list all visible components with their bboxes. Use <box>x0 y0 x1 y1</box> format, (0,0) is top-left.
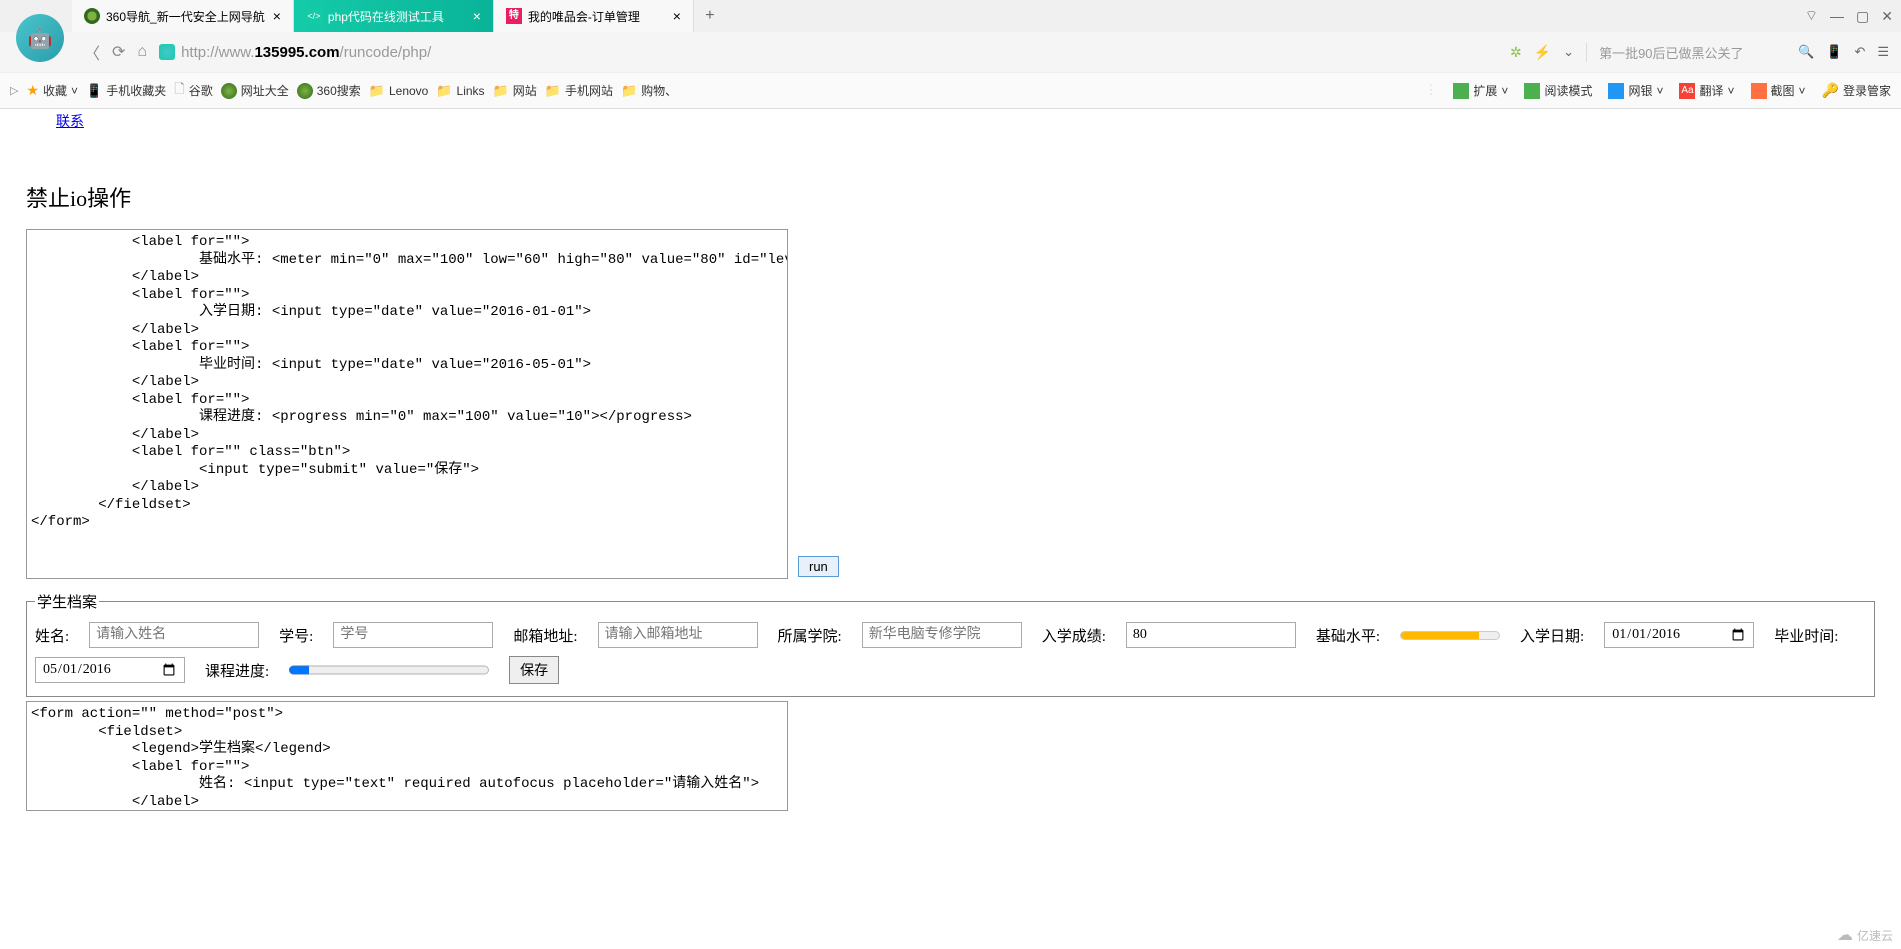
close-icon[interactable]: × <box>673 8 681 24</box>
new-tab-button[interactable]: + <box>694 0 726 32</box>
student-form: 学生档案 姓名: 学号: 邮箱地址: 所属学院: 入学成绩: 基础水平: 入学日… <box>26 591 1875 697</box>
mobile-icon[interactable]: 📱 <box>1826 44 1842 60</box>
bookmark-360search[interactable]: 360搜索 <box>297 82 361 99</box>
grad-date-input[interactable] <box>35 657 185 683</box>
bookmark-row: ▷ ★收藏 ˅ 📱手机收藏夹 🗋谷歌 网址大全 360搜索 📁Lenovo 📁L… <box>0 72 1901 108</box>
menu-icon[interactable]: ☰ <box>1877 44 1889 60</box>
id-label: 学号: <box>279 625 313 646</box>
bookmark-fav[interactable]: ★收藏 ˅ <box>26 82 78 99</box>
ext-expand[interactable]: 扩展 ˅ <box>1453 82 1508 99</box>
close-icon[interactable]: × <box>273 8 281 24</box>
progress-bar <box>289 661 489 679</box>
tab-title: 360导航_新一代安全上网导航 <box>106 8 265 25</box>
wardrobe-icon[interactable]: ⌔ <box>1805 7 1818 25</box>
window-controls: ⌔ — ▢ ✕ <box>1797 7 1901 25</box>
enroll-date-input[interactable] <box>1604 622 1754 648</box>
ext-shot[interactable]: 截图 ˅ <box>1751 82 1806 99</box>
name-input[interactable] <box>89 622 259 648</box>
grad-date-label: 毕业时间: <box>1774 625 1838 646</box>
level-meter <box>1400 626 1500 644</box>
score-input[interactable] <box>1126 622 1296 648</box>
level-label: 基础水平: <box>1316 625 1380 646</box>
tab-php[interactable]: </> php代码在线测试工具 × <box>294 0 494 32</box>
url-bar[interactable]: http://www.135995.com/runcode/php/ <box>159 44 1498 61</box>
form-legend: 学生档案 <box>35 591 99 612</box>
run-button[interactable]: run <box>798 556 839 577</box>
minimize-icon[interactable]: — <box>1830 8 1844 24</box>
maximize-icon[interactable]: ▢ <box>1856 8 1869 25</box>
bookmark-mobile-sites[interactable]: 📁手机网站 <box>545 82 613 99</box>
address-row: 〈 ⟳ ⌂ http://www.135995.com/runcode/php/… <box>72 32 1901 72</box>
dropdown-icon[interactable]: ⌄ <box>1563 44 1574 60</box>
search-icon[interactable]: 🔍 <box>1798 44 1814 60</box>
bookmark-google[interactable]: 🗋谷歌 <box>174 80 212 102</box>
close-window-icon[interactable]: ✕ <box>1881 8 1893 25</box>
undo-icon[interactable]: ↶ <box>1854 44 1865 60</box>
ext-read[interactable]: 阅读模式 <box>1524 82 1592 99</box>
avatar[interactable]: 🤖 <box>16 14 64 62</box>
tab-favicon-vip: 特 <box>506 8 522 24</box>
cloud-icon: ☁ <box>1837 925 1853 945</box>
tab-row: 360导航_新一代安全上网导航 × </> php代码在线测试工具 × 特 我的… <box>0 0 1901 32</box>
top-link[interactable]: 联系 <box>56 111 84 131</box>
close-icon[interactable]: × <box>473 8 481 24</box>
ext-bank[interactable]: 网银 ˅ <box>1608 82 1663 99</box>
bolt-icon[interactable]: ⚡ <box>1534 44 1551 61</box>
bookmark-links[interactable]: 📁Links <box>436 83 484 99</box>
watermark: ☁ 亿速云 <box>1837 925 1893 945</box>
home-icon[interactable]: ⌂ <box>137 43 147 61</box>
news-ticker[interactable]: 第一批90后已做黑公关了 <box>1586 43 1786 62</box>
reload-icon[interactable]: ⟳ <box>112 42 125 62</box>
shield-icon[interactable]: ✲ <box>1510 44 1522 61</box>
url-text: http://www.135995.com/runcode/php/ <box>181 44 431 61</box>
score-label: 入学成绩: <box>1042 625 1106 646</box>
bookmark-lenovo[interactable]: 📁Lenovo <box>369 83 429 99</box>
page-content: 联系 禁止io操作 run 学生档案 姓名: 学号: 邮箱地址: 所属学院: 入… <box>0 109 1901 811</box>
school-label: 所属学院: <box>778 625 842 646</box>
id-input[interactable] <box>333 622 493 648</box>
tab-favicon-nav <box>84 8 100 24</box>
school-input[interactable] <box>862 622 1022 648</box>
tab-vip[interactable]: 特 我的唯品会-订单管理 × <box>494 0 694 32</box>
tab-favicon-php: </> <box>306 8 322 24</box>
site-icon <box>159 44 175 60</box>
bookmark-shopping[interactable]: 📁购物、 <box>621 82 677 99</box>
code-input[interactable] <box>26 229 788 579</box>
save-button[interactable]: 保存 <box>509 656 559 684</box>
bookmark-sites[interactable]: 📁网站 <box>493 82 537 99</box>
bookmark-mobile[interactable]: 📱手机收藏夹 <box>86 82 166 99</box>
ext-login[interactable]: 🔑登录管家 <box>1822 82 1891 99</box>
output-box[interactable]: <form action="" method="post"> <fieldset… <box>26 701 788 811</box>
email-input[interactable] <box>598 622 758 648</box>
expand-icon[interactable]: ▷ <box>10 84 18 97</box>
email-label: 邮箱地址: <box>513 625 577 646</box>
browser-chrome: 🤖 360导航_新一代安全上网导航 × </> php代码在线测试工具 × 特 … <box>0 0 1901 109</box>
page-title: 禁止io操作 <box>26 181 1881 213</box>
tab-title: 我的唯品会-订单管理 <box>528 8 665 25</box>
enroll-date-label: 入学日期: <box>1520 625 1584 646</box>
tab-title: php代码在线测试工具 <box>328 8 465 25</box>
progress-label: 课程进度: <box>205 660 269 681</box>
tab-360nav[interactable]: 360导航_新一代安全上网导航 × <box>72 0 294 32</box>
name-label: 姓名: <box>35 625 69 646</box>
bookmark-nav[interactable]: 网址大全 <box>221 82 289 99</box>
back-icon[interactable]: 〈 <box>84 40 100 64</box>
ext-translate[interactable]: Aa翻译 ˅ <box>1679 82 1734 99</box>
